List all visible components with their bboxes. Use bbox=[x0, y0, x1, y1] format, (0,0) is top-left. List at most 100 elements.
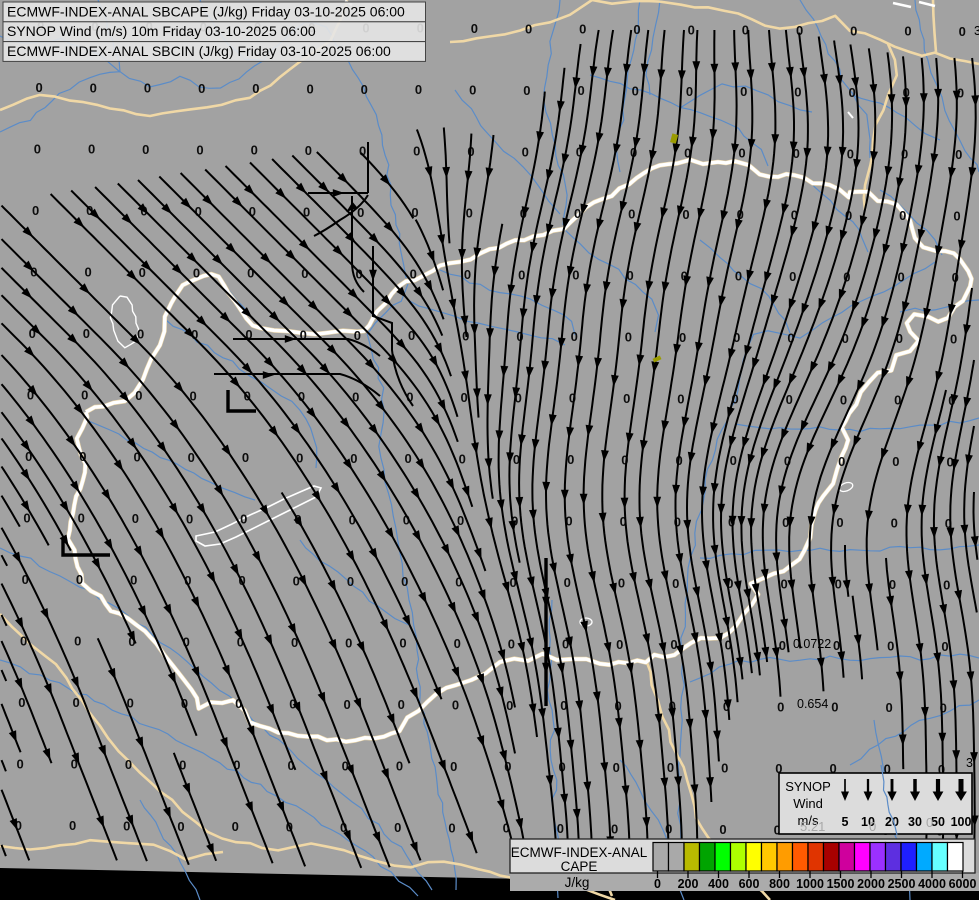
svg-text:0: 0 bbox=[613, 760, 620, 775]
svg-text:0: 0 bbox=[74, 634, 81, 649]
svg-text:CAPE: CAPE bbox=[561, 859, 598, 874]
svg-text:0: 0 bbox=[518, 267, 525, 282]
svg-text:0: 0 bbox=[525, 21, 532, 36]
svg-text:0: 0 bbox=[306, 82, 313, 97]
svg-text:0: 0 bbox=[625, 330, 632, 345]
svg-text:0: 0 bbox=[891, 516, 898, 531]
svg-text:0: 0 bbox=[835, 577, 842, 592]
svg-text:0: 0 bbox=[251, 143, 258, 158]
svg-text:0.654: 0.654 bbox=[797, 697, 828, 711]
svg-text:0: 0 bbox=[34, 141, 41, 156]
svg-text:ECMWF-INDEX-ANAL SBCIN (J/kg): ECMWF-INDEX-ANAL SBCIN (J/kg) Friday 03-… bbox=[7, 43, 391, 59]
svg-text:0: 0 bbox=[401, 574, 408, 589]
svg-text:100: 100 bbox=[951, 815, 972, 829]
svg-text:0: 0 bbox=[686, 84, 693, 99]
svg-text:0: 0 bbox=[955, 147, 962, 162]
svg-text:0: 0 bbox=[897, 270, 904, 285]
svg-text:0: 0 bbox=[69, 818, 76, 833]
svg-text:0: 0 bbox=[670, 637, 677, 652]
svg-text:0: 0 bbox=[522, 144, 529, 159]
svg-text:0: 0 bbox=[347, 574, 354, 589]
svg-text:0: 0 bbox=[471, 21, 478, 36]
svg-text:Wind: Wind bbox=[793, 796, 823, 811]
svg-text:0: 0 bbox=[557, 821, 564, 836]
svg-text:0: 0 bbox=[469, 83, 476, 98]
svg-text:0: 0 bbox=[885, 700, 892, 715]
svg-text:800: 800 bbox=[769, 877, 790, 891]
svg-text:0: 0 bbox=[305, 143, 312, 158]
svg-text:0: 0 bbox=[76, 572, 83, 587]
svg-text:0: 0 bbox=[300, 328, 307, 343]
svg-text:0: 0 bbox=[413, 144, 420, 159]
svg-text:0: 0 bbox=[572, 268, 579, 283]
svg-text:0: 0 bbox=[667, 760, 674, 775]
svg-text:5.21: 5.21 bbox=[800, 819, 825, 834]
svg-text:0: 0 bbox=[892, 454, 899, 469]
svg-text:0: 0 bbox=[78, 511, 85, 526]
svg-text:0: 0 bbox=[88, 142, 95, 157]
svg-text:0: 0 bbox=[840, 392, 847, 407]
svg-text:400: 400 bbox=[708, 877, 729, 891]
svg-text:0: 0 bbox=[950, 331, 957, 346]
svg-text:0: 0 bbox=[177, 819, 184, 834]
svg-text:0: 0 bbox=[794, 85, 801, 100]
svg-text:0: 0 bbox=[466, 206, 473, 221]
svg-text:0: 0 bbox=[941, 639, 948, 654]
svg-text:0: 0 bbox=[135, 388, 142, 403]
svg-text:ECMWF-INDEX-ANAL: ECMWF-INDEX-ANAL bbox=[511, 845, 648, 860]
svg-text:0: 0 bbox=[240, 512, 247, 527]
svg-text:2000: 2000 bbox=[857, 877, 885, 891]
svg-text:0: 0 bbox=[464, 267, 471, 282]
svg-text:0: 0 bbox=[688, 22, 695, 37]
svg-text:0: 0 bbox=[81, 388, 88, 403]
svg-text:0: 0 bbox=[831, 700, 838, 715]
svg-text:0: 0 bbox=[196, 142, 203, 157]
svg-text:0: 0 bbox=[926, 815, 933, 830]
svg-text:0: 0 bbox=[460, 390, 467, 405]
svg-text:0: 0 bbox=[125, 757, 132, 772]
svg-text:0: 0 bbox=[633, 22, 640, 37]
svg-text:0: 0 bbox=[953, 208, 960, 223]
svg-text:0: 0 bbox=[777, 699, 784, 714]
svg-text:2500: 2500 bbox=[888, 877, 916, 891]
svg-text:0: 0 bbox=[83, 326, 90, 341]
svg-text:0: 0 bbox=[506, 698, 513, 713]
svg-text:5: 5 bbox=[842, 815, 849, 829]
svg-text:0: 0 bbox=[628, 207, 635, 222]
svg-text:0: 0 bbox=[144, 81, 151, 96]
svg-text:1000: 1000 bbox=[796, 877, 824, 891]
svg-text:0: 0 bbox=[90, 80, 97, 95]
svg-text:0: 0 bbox=[679, 330, 686, 345]
svg-text:0: 0 bbox=[571, 329, 578, 344]
svg-text:3: 3 bbox=[966, 756, 973, 770]
svg-text:0: 0 bbox=[137, 327, 144, 342]
svg-text:0: 0 bbox=[779, 638, 786, 653]
svg-text:0: 0 bbox=[654, 877, 661, 891]
svg-text:0: 0 bbox=[193, 265, 200, 280]
svg-text:1500: 1500 bbox=[827, 877, 855, 891]
svg-text:0: 0 bbox=[838, 454, 845, 469]
svg-text:0: 0 bbox=[142, 142, 149, 157]
svg-text:0: 0 bbox=[232, 819, 239, 834]
svg-text:0: 0 bbox=[719, 822, 726, 837]
svg-text:0: 0 bbox=[350, 451, 357, 466]
svg-text:600: 600 bbox=[739, 877, 760, 891]
svg-text:0: 0 bbox=[394, 820, 401, 835]
svg-text:3: 3 bbox=[974, 24, 979, 38]
svg-text:0: 0 bbox=[398, 697, 405, 712]
svg-text:0: 0 bbox=[780, 576, 787, 591]
svg-text:0: 0 bbox=[786, 392, 793, 407]
svg-text:0: 0 bbox=[904, 24, 911, 39]
svg-text:6000: 6000 bbox=[949, 877, 977, 891]
svg-text:0: 0 bbox=[618, 575, 625, 590]
svg-text:0: 0 bbox=[35, 80, 42, 95]
svg-text:0: 0 bbox=[32, 203, 39, 218]
svg-text:30: 30 bbox=[908, 815, 922, 829]
svg-text:0: 0 bbox=[564, 575, 571, 590]
svg-text:0: 0 bbox=[943, 577, 950, 592]
svg-text:0: 0 bbox=[399, 636, 406, 651]
svg-text:0: 0 bbox=[738, 146, 745, 161]
svg-text:0: 0 bbox=[84, 265, 91, 280]
svg-text:0: 0 bbox=[735, 269, 742, 284]
svg-text:0: 0 bbox=[454, 636, 461, 651]
